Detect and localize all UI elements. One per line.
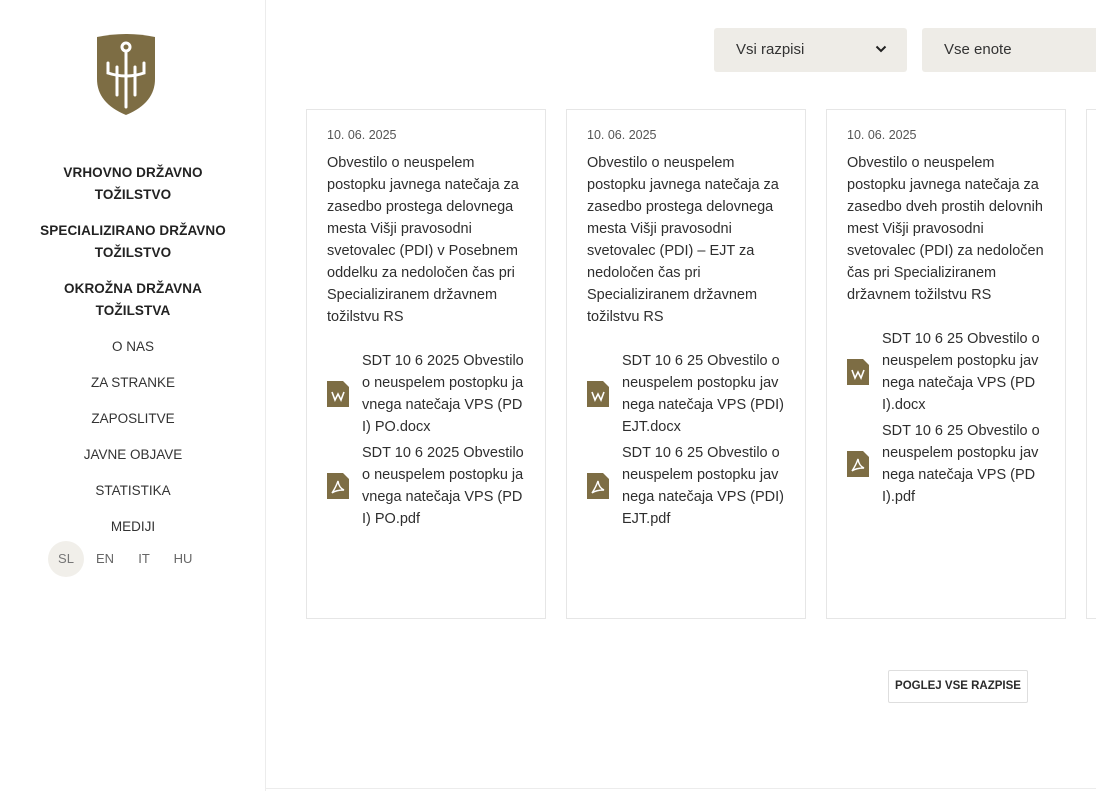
nav-item-vrhovno[interactable]: VRHOVNO DRŽAVNO TOŽILSTVO xyxy=(0,162,266,206)
card-title[interactable]: Obvestilo o neuspelem postopku javnega n… xyxy=(587,152,785,328)
nav-item-o-nas[interactable]: O NAS xyxy=(0,336,266,358)
tenders-select[interactable]: Vsi razpisi xyxy=(714,28,907,72)
nav-item-okrozna[interactable]: OKROŽNA DRŽAVNA TOŽILSTVA xyxy=(0,278,266,322)
pdf-file-icon xyxy=(587,473,609,499)
lang-hu[interactable]: HU xyxy=(165,541,201,577)
attachment-name: SDT 10 6 25 Obvestilo o neuspelem postop… xyxy=(622,353,785,435)
tender-card: 10. 06. 2025 Obvestilo o neuspelem posto… xyxy=(566,109,806,619)
attachment-list: SDT 10 6 25 Obvestilo o neuspelem postop… xyxy=(847,328,1045,508)
nav-item-specializirano[interactable]: SPECIALIZIRANO DRŽAVNO TOŽILSTVO xyxy=(0,220,266,264)
word-file-icon xyxy=(587,381,609,407)
card-date: 10. 06. 2025 xyxy=(847,128,917,142)
attachment-docx[interactable]: SDT 10 6 25 Obvestilo o neuspelem postop… xyxy=(587,350,785,438)
card-title[interactable]: Obvestilo o neuspelem postopku javnega n… xyxy=(327,152,525,328)
attachment-list: SDT 10 6 2025 Obvestilo o neuspelem post… xyxy=(327,350,525,530)
sidebar: VRHOVNO DRŽAVNO TOŽILSTVO SPECIALIZIRANO… xyxy=(0,0,266,791)
view-all-tenders-button[interactable]: POGLEJ VSE RAZPISE xyxy=(888,670,1028,703)
attachment-name: SDT 10 6 2025 Obvestilo o neuspelem post… xyxy=(362,445,524,527)
language-switcher: SL EN IT HU xyxy=(48,541,201,577)
card-date: 10. 06. 2025 xyxy=(587,128,657,142)
nav-item-javne-objave[interactable]: JAVNE OBJAVE xyxy=(0,444,266,466)
word-file-icon xyxy=(327,381,349,407)
card-title[interactable]: Obvestilo o neuspelem postopku javnega n… xyxy=(847,152,1045,306)
tender-card: 10. 06. 2025 Obvestilo o neuspelem posto… xyxy=(306,109,546,619)
nav-item-za-stranke[interactable]: ZA STRANKE xyxy=(0,372,266,394)
lang-sl[interactable]: SL xyxy=(48,541,84,577)
units-select-value: Vse enote xyxy=(944,41,1012,58)
attachment-docx[interactable]: SDT 10 6 2025 Obvestilo o neuspelem post… xyxy=(327,350,525,438)
attachment-pdf[interactable]: SDT 10 6 25 Obvestilo o neuspelem postop… xyxy=(847,420,1045,508)
main-navigation: VRHOVNO DRŽAVNO TOŽILSTVO SPECIALIZIRANO… xyxy=(0,162,266,552)
lang-it[interactable]: IT xyxy=(126,541,162,577)
pdf-file-icon xyxy=(847,451,869,477)
attachment-name: SDT 10 6 25 Obvestilo o neuspelem postop… xyxy=(882,331,1040,413)
pdf-file-icon xyxy=(327,473,349,499)
divider xyxy=(266,788,1096,789)
chevron-down-icon xyxy=(875,45,887,53)
attachment-name: SDT 10 6 2025 Obvestilo o neuspelem post… xyxy=(362,353,524,435)
trident-shield-logo[interactable] xyxy=(95,33,157,117)
tenders-select-value: Vsi razpisi xyxy=(736,41,805,58)
nav-item-zaposlitve[interactable]: ZAPOSLITVE xyxy=(0,408,266,430)
nav-item-mediji[interactable]: MEDIJI xyxy=(0,516,266,538)
attachment-list: SDT 10 6 25 Obvestilo o neuspelem postop… xyxy=(587,350,785,530)
nav-item-statistika[interactable]: STATISTIKA xyxy=(0,480,266,502)
attachment-pdf[interactable]: SDT 10 6 25 Obvestilo o neuspelem postop… xyxy=(587,442,785,530)
lang-en[interactable]: EN xyxy=(87,541,123,577)
attachment-name: SDT 10 6 25 Obvestilo o neuspelem postop… xyxy=(622,445,785,527)
tender-card-partial xyxy=(1086,109,1096,619)
tender-card: 10. 06. 2025 Obvestilo o neuspelem posto… xyxy=(826,109,1066,619)
word-file-icon xyxy=(847,359,869,385)
attachment-docx[interactable]: SDT 10 6 25 Obvestilo o neuspelem postop… xyxy=(847,328,1045,416)
attachment-name: SDT 10 6 25 Obvestilo o neuspelem postop… xyxy=(882,423,1040,505)
card-date: 10. 06. 2025 xyxy=(327,128,397,142)
units-select[interactable]: Vse enote xyxy=(922,28,1096,72)
attachment-pdf[interactable]: SDT 10 6 2025 Obvestilo o neuspelem post… xyxy=(327,442,525,530)
